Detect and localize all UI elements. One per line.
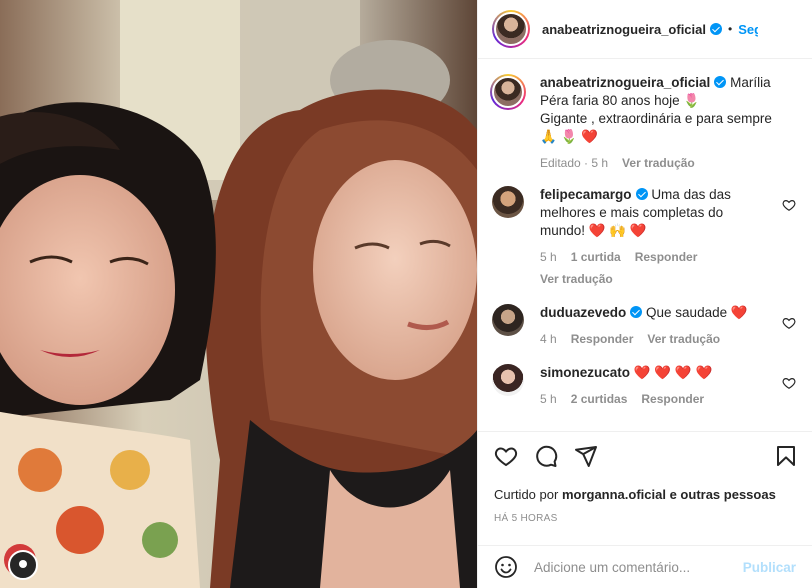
- caption-avatar[interactable]: [490, 74, 526, 110]
- comment-text: duduazevedo Que saudade ❤️ 4 h Responder…: [540, 304, 770, 348]
- post-side-panel: anabeatriznogueira_oficial • Seguir anab…: [477, 0, 812, 588]
- post-actions: [478, 431, 812, 479]
- comment-body: Que saudade ❤️: [646, 305, 748, 320]
- caption-line-2: Péra faria 80 anos hoje 🌷: [540, 93, 701, 108]
- comment-body: ❤️ ❤️ ❤️ ❤️: [633, 365, 713, 380]
- separator-dot: •: [728, 22, 733, 36]
- bookmark-icon[interactable]: [774, 444, 798, 468]
- post-photo[interactable]: [0, 0, 477, 588]
- comment-time: 5 h: [540, 392, 557, 406]
- comment-username[interactable]: duduazevedo: [540, 305, 626, 320]
- liked-by: Curtido por morganna.oficial e outras pe…: [494, 487, 776, 502]
- comment-text: felipecamargo Uma das das melhores e mai…: [540, 186, 770, 288]
- author-username[interactable]: anabeatriznogueira_oficial: [542, 22, 706, 37]
- caption-line-4: 🙏 🌷 ❤️: [540, 129, 598, 144]
- liked-by-prefix: Curtido por: [494, 487, 559, 502]
- verified-icon: [710, 23, 722, 35]
- comment-time: 5 h: [540, 250, 557, 264]
- verified-icon: [714, 76, 727, 88]
- heart-icon[interactable]: [494, 444, 518, 468]
- follow-button[interactable]: Seguir: [738, 22, 758, 37]
- comment-icon[interactable]: [534, 444, 558, 468]
- comment-likes[interactable]: 1 curtida: [571, 248, 621, 266]
- share-icon[interactable]: [574, 444, 598, 468]
- comment-username[interactable]: simonezucato: [540, 365, 630, 380]
- comment-meta: 4 h Responder Ver tradução: [540, 330, 770, 348]
- caption-edited: Editado · 5 h: [540, 156, 609, 170]
- comment-meta: 5 h 1 curtida Responder: [540, 248, 770, 266]
- comment-reply-button[interactable]: Responder: [635, 248, 698, 266]
- comment-reply-button[interactable]: Responder: [641, 390, 704, 408]
- comment-input[interactable]: [534, 559, 724, 575]
- caption-text: anabeatriznogueira_oficial Marília Péra …: [540, 74, 780, 172]
- verified-icon: [630, 306, 643, 318]
- post-header: anabeatriznogueira_oficial • Seguir: [478, 0, 812, 59]
- tagged-user-icon[interactable]: [8, 550, 38, 580]
- comments-list[interactable]: anabeatriznogueira_oficial Marília Péra …: [478, 60, 812, 431]
- verified-icon: [635, 188, 648, 200]
- caption-line-1: Marília: [730, 75, 771, 90]
- caption-line-3: Gigante , extraordinária e para sempre: [540, 111, 772, 126]
- comment-username[interactable]: felipecamargo: [540, 187, 632, 202]
- comment-reply-button[interactable]: Responder: [571, 330, 634, 348]
- comment-avatar[interactable]: [492, 304, 524, 336]
- caption-username[interactable]: anabeatriznogueira_oficial: [540, 75, 710, 90]
- comment-text: simonezucato ❤️ ❤️ ❤️ ❤️ 5 h 2 curtidas …: [540, 364, 770, 408]
- comment-time: 4 h: [540, 332, 557, 346]
- comment-translate-link[interactable]: Ver tradução: [540, 270, 613, 288]
- emoji-icon[interactable]: [494, 555, 518, 579]
- post-timestamp[interactable]: HÁ 5 HORAS: [494, 513, 558, 524]
- comment-item: felipecamargo Uma das das melhores e mai…: [492, 186, 796, 288]
- comment-meta-2: Ver tradução: [540, 270, 770, 288]
- caption-translate-link[interactable]: Ver tradução: [622, 154, 695, 172]
- liked-by-suffix[interactable]: e outras pessoas: [670, 487, 776, 502]
- comment-like-icon[interactable]: [782, 316, 796, 330]
- comment-item: duduazevedo Que saudade ❤️ 4 h Responder…: [492, 304, 796, 348]
- comment-likes[interactable]: 2 curtidas: [571, 390, 628, 408]
- add-comment-bar: Publicar: [478, 545, 812, 588]
- caption-meta: Editado · 5 h Ver tradução: [540, 154, 780, 172]
- photo-image: [0, 0, 477, 588]
- comment-avatar[interactable]: [492, 186, 524, 218]
- comment-translate-link[interactable]: Ver tradução: [647, 330, 720, 348]
- liked-by-user[interactable]: morganna.oficial: [562, 487, 666, 502]
- caption: anabeatriznogueira_oficial Marília Péra …: [490, 74, 796, 172]
- comment-like-icon[interactable]: [782, 198, 796, 212]
- comment-like-icon[interactable]: [782, 376, 796, 390]
- author-avatar[interactable]: [492, 10, 530, 48]
- comment-avatar[interactable]: [492, 364, 524, 396]
- comment-meta: 5 h 2 curtidas Responder: [540, 390, 770, 408]
- comment-item: simonezucato ❤️ ❤️ ❤️ ❤️ 5 h 2 curtidas …: [492, 364, 796, 408]
- publish-button[interactable]: Publicar: [743, 560, 796, 575]
